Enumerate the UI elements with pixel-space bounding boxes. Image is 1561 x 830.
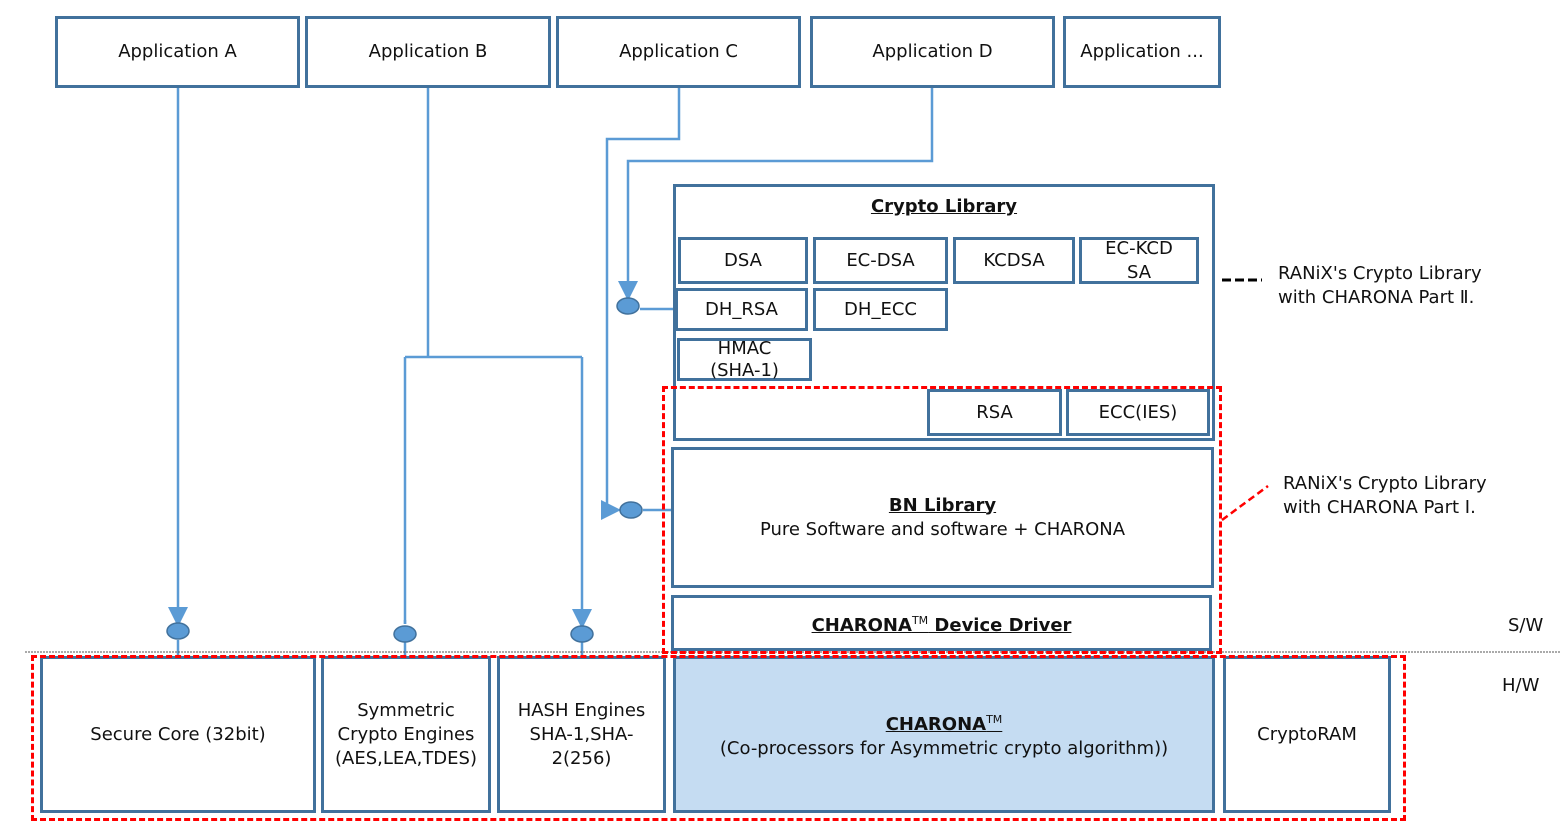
part1-hw-boundary (31, 655, 1406, 821)
module-kcdsa: KCDSA (953, 237, 1075, 284)
line-app-b (403, 88, 584, 624)
interface-dot (393, 625, 417, 643)
module-dh-rsa: DH_RSA (675, 288, 808, 331)
module-hmac: HMAC (SHA-1) (677, 338, 812, 381)
interface-dot (619, 501, 643, 519)
legend-part2: RANiX's Crypto Library with CHARONA Part … (1278, 263, 1482, 308)
legend-part1: RANiX's Crypto Library with CHARONA Part … (1283, 473, 1487, 518)
interface-dot (616, 297, 640, 315)
module-dh-ecc: DH_ECC (813, 288, 948, 331)
sw-label: S/W (1508, 615, 1544, 636)
app-d: Application D (810, 16, 1055, 88)
app-c: Application C (556, 16, 801, 88)
app-a: Application A (55, 16, 300, 88)
interface-dot (166, 622, 190, 640)
module-ec-kcdsa: EC-KCDSA (1079, 237, 1199, 284)
hw-label: H/W (1502, 675, 1540, 696)
legend-red-dash (1221, 484, 1269, 522)
module-ec-dsa: EC-DSA (813, 237, 948, 284)
app-b: Application B (305, 16, 551, 88)
app-more: Application ... (1063, 16, 1221, 88)
interface-dot (570, 625, 594, 643)
module-dsa: DSA (678, 237, 808, 284)
part1-sw-boundary (662, 386, 1222, 654)
